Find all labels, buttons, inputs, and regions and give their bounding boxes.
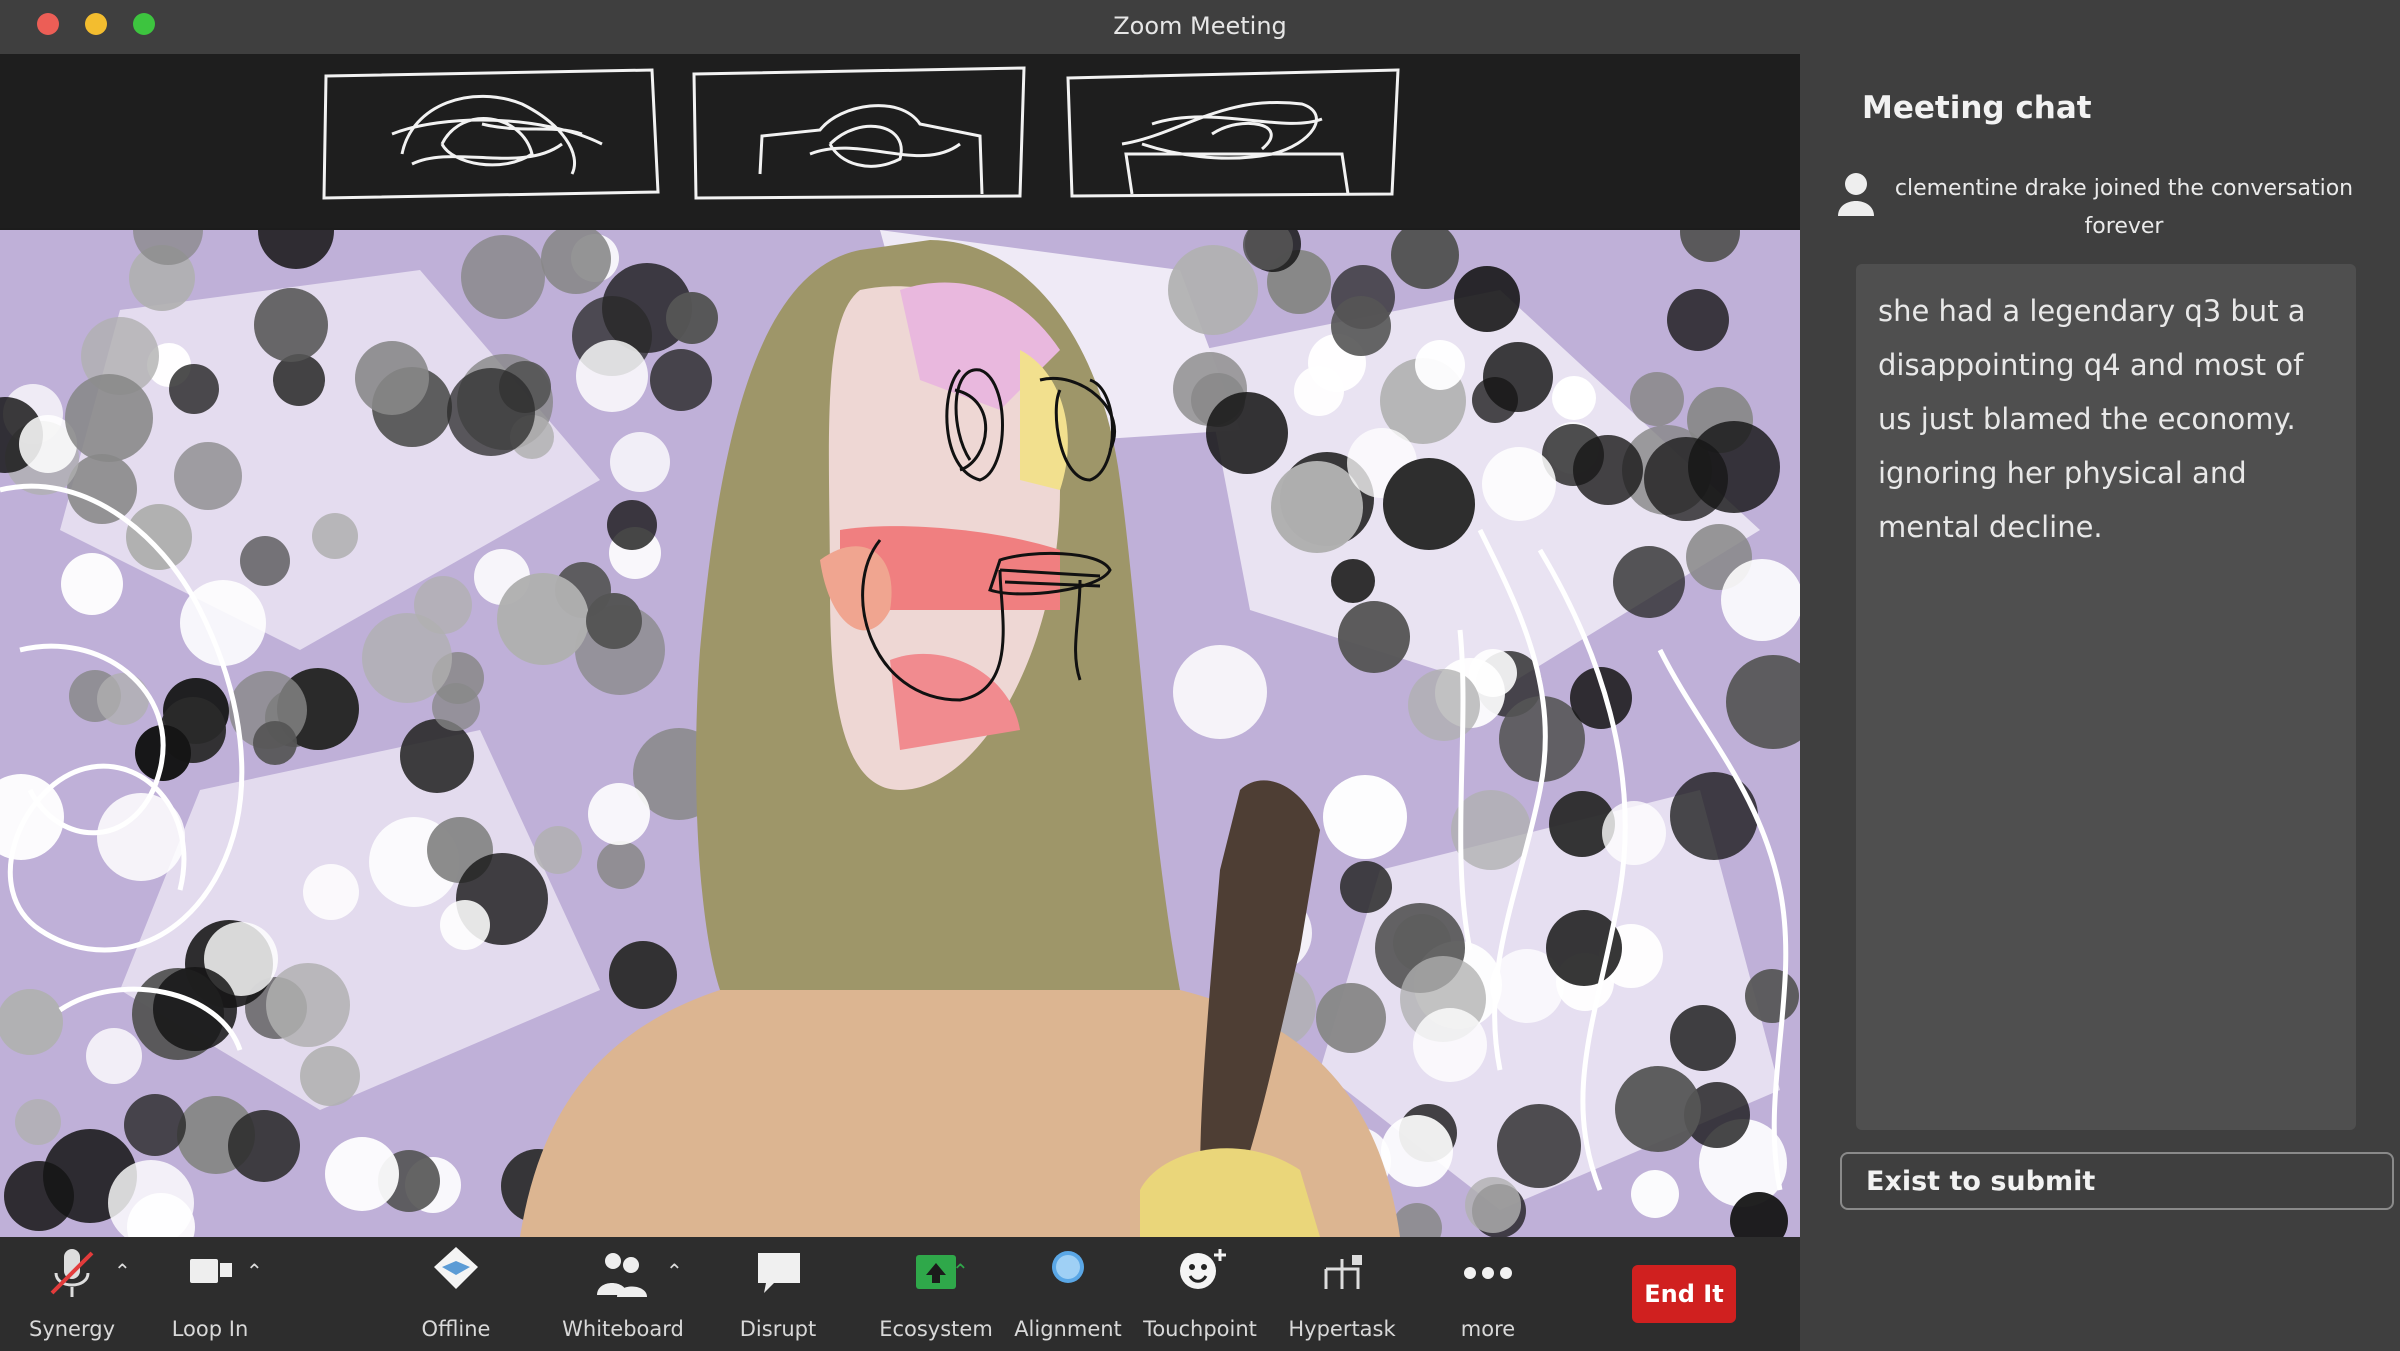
meeting-stage [0, 54, 1800, 1237]
more-dots-icon [1428, 1243, 1548, 1305]
whiteboard-options-chevron-up-icon[interactable]: ⌃ [666, 1259, 683, 1283]
share-screen-icon [876, 1243, 996, 1305]
ecosystem-button[interactable]: Ecosystem [876, 1243, 996, 1347]
chat-input[interactable] [1842, 1154, 2392, 1208]
participant-thumbnail[interactable] [322, 64, 662, 204]
join-notice: clementine drake joined the conversation… [1834, 164, 2374, 244]
active-speaker-video [0, 230, 1800, 1237]
chat-title: Meeting chat [1862, 90, 2092, 126]
join-notice-text: clementine drake joined the conversation… [1894, 176, 2354, 239]
participant-thumbnail[interactable] [1062, 64, 1402, 204]
hypertask-button[interactable]: Hypertask [1282, 1243, 1402, 1347]
alignment-button[interactable]: Alignment [1008, 1243, 1128, 1347]
speaker-video-feed [0, 230, 1800, 1237]
more-button[interactable]: more [1428, 1243, 1548, 1347]
disrupt-button[interactable]: Disrupt [718, 1243, 838, 1347]
whiteboard-button[interactable]: Whiteboard [562, 1243, 684, 1347]
user-avatar-icon [1834, 170, 1878, 218]
title-bar: Zoom Meeting [0, 0, 2400, 54]
chat-message: she had a legendary q3 but a disappointi… [1878, 294, 2306, 544]
chat-message-area: she had a legendary q3 but a disappointi… [1856, 264, 2356, 1130]
apps-icon [1282, 1243, 1402, 1305]
touchpoint-button[interactable]: Touchpoint [1140, 1243, 1260, 1347]
bowtie-icon [396, 1243, 516, 1305]
chat-bubble-icon [718, 1243, 838, 1305]
chat-input-box[interactable] [1840, 1152, 2394, 1210]
window-title: Zoom Meeting [1113, 12, 1287, 40]
end-meeting-button[interactable]: End It [1632, 1265, 1736, 1323]
reactions-icon [1140, 1243, 1260, 1305]
chat-panel: Meeting chat clementine drake joined the… [1800, 54, 2400, 1351]
ecosystem-options-chevron-up-icon[interactable]: ⌃ [952, 1259, 969, 1283]
offline-button[interactable]: Offline [396, 1243, 516, 1347]
participants-icon [563, 1243, 683, 1305]
participant-thumbnail[interactable] [690, 64, 1030, 204]
meeting-toolbar: Synergy ⌃ Loop In ⌃ Offline Whiteboard ⌃… [0, 1237, 1800, 1351]
record-icon [1008, 1243, 1128, 1305]
participant-thumbnail-strip [0, 54, 1800, 228]
loop-in-options-chevron-up-icon[interactable]: ⌃ [246, 1259, 263, 1283]
synergy-options-chevron-up-icon[interactable]: ⌃ [114, 1259, 131, 1283]
